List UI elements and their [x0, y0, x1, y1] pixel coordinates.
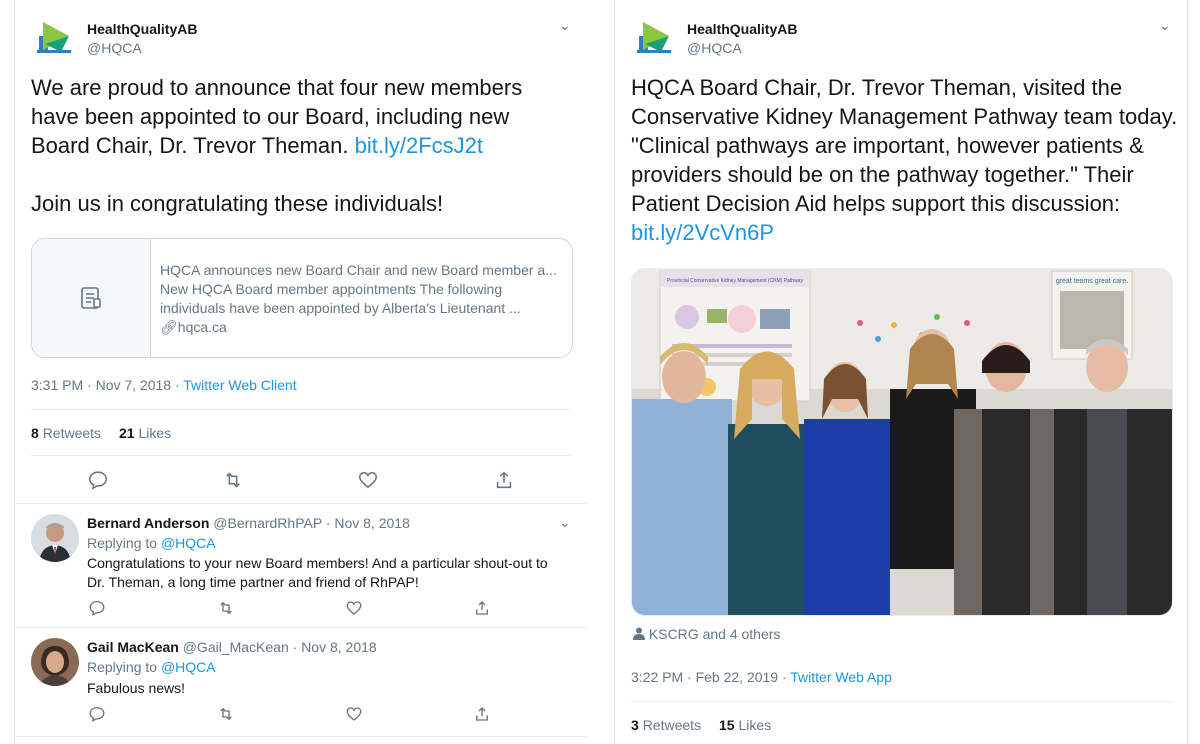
- chevron-down-icon[interactable]: ⌄: [559, 17, 571, 34]
- divider: [631, 701, 1171, 702]
- person-icon: [633, 626, 649, 642]
- divider: [31, 409, 571, 410]
- author-handle[interactable]: @HQCA: [87, 40, 142, 56]
- retweet-icon[interactable]: [217, 599, 235, 617]
- link-icon: 🔗︎: [160, 319, 178, 335]
- source-link[interactable]: Twitter Web Client: [183, 377, 296, 393]
- reply-author-name[interactable]: Bernard Anderson: [87, 515, 209, 531]
- retweets-count[interactable]: 3 Retweets: [631, 717, 701, 733]
- reply-text: Congratulations to your new Board member…: [87, 555, 548, 590]
- hqca-logo-avatar[interactable]: [631, 14, 679, 62]
- tagged-users[interactable]: KSCRG and 4 others: [633, 626, 780, 642]
- card-description-1: New HQCA Board member appointments The f…: [160, 281, 503, 297]
- replying-to: Replying to @HQCA: [87, 535, 216, 551]
- reply-author-handle[interactable]: @BernardRhPAP · Nov 8, 2018: [213, 515, 410, 531]
- divider: [15, 736, 587, 737]
- like-icon[interactable]: [357, 469, 379, 491]
- chevron-down-icon[interactable]: ⌄: [1159, 17, 1171, 34]
- reply-icon[interactable]: [88, 705, 106, 723]
- likes-count[interactable]: 21 Likes: [119, 425, 171, 441]
- retweets-count[interactable]: 8 Retweets: [31, 425, 101, 441]
- author-name[interactable]: HealthQualityAB: [87, 21, 197, 37]
- tweet-text: HQCA Board Chair, Dr. Trevor Theman, vis…: [631, 73, 1181, 247]
- like-icon[interactable]: [345, 705, 363, 723]
- card-thumbnail: [32, 239, 151, 357]
- poster-title: Provincial Conservative Kidney Managemen…: [667, 278, 803, 284]
- hqca-logo-avatar[interactable]: [31, 14, 79, 62]
- reply-text: Fabulous news!: [87, 680, 186, 696]
- avatar-bernard-anderson[interactable]: [31, 514, 79, 562]
- share-icon[interactable]: [473, 705, 491, 723]
- tweet-timestamp: 3:22 PM · Feb 22, 2019 · Twitter Web App: [631, 669, 892, 685]
- card-text: HQCA announces new Board Chair and new B…: [160, 261, 564, 337]
- reply-icon[interactable]: [88, 599, 106, 617]
- card-title: HQCA announces new Board Chair and new B…: [160, 262, 557, 278]
- group-photo: Provincial Conservative Kidney Managemen…: [632, 269, 1172, 615]
- divider: [31, 455, 571, 456]
- mention-link[interactable]: @HQCA: [161, 535, 216, 551]
- tweet-photo[interactable]: Provincial Conservative Kidney Managemen…: [631, 268, 1173, 616]
- panel-gap: [587, 0, 613, 744]
- replying-to: Replying to @HQCA: [87, 659, 216, 675]
- divider: [15, 627, 587, 628]
- retweet-icon[interactable]: [217, 705, 235, 723]
- divider: [15, 503, 587, 504]
- card-description-2: individuals have been appointed by Alber…: [160, 300, 521, 316]
- person-2: [728, 351, 806, 615]
- reply-author-handle[interactable]: @Gail_MacKean · Nov 8, 2018: [183, 639, 377, 655]
- retweet-icon[interactable]: [222, 469, 244, 491]
- link-card[interactable]: HQCA announces new Board Chair and new B…: [31, 238, 573, 358]
- tweet-text: We are proud to announce that four new m…: [31, 75, 523, 216]
- document-icon: [81, 287, 101, 309]
- reply-icon[interactable]: [87, 469, 109, 491]
- tweet-panel-right: HealthQualityAB @HQCA ⌄ HQCA Board Chair…: [614, 0, 1188, 744]
- share-icon[interactable]: [493, 469, 515, 491]
- tweet-timestamp: 3:31 PM · Nov 7, 2018 · Twitter Web Clie…: [31, 377, 297, 393]
- poster-slogan: great teams great care.: [1056, 278, 1128, 285]
- tweet-panel-left: HealthQualityAB @HQCA ⌄ We are proud to …: [14, 0, 588, 744]
- author-name[interactable]: HealthQualityAB: [687, 21, 797, 37]
- mention-link[interactable]: @HQCA: [161, 659, 216, 675]
- author-handle[interactable]: @HQCA: [687, 40, 742, 56]
- likes-count[interactable]: 15 Likes: [719, 717, 771, 733]
- reply-header: Gail MacKean @Gail_MacKean · Nov 8, 2018: [87, 639, 377, 655]
- tweet-link[interactable]: bit.ly/2FcsJ2t: [355, 133, 483, 158]
- card-domain: hqca.ca: [177, 319, 227, 335]
- tweet-link[interactable]: bit.ly/2VcVn6P: [631, 218, 1181, 247]
- share-icon[interactable]: [473, 599, 491, 617]
- reply-header: Bernard Anderson @BernardRhPAP · Nov 8, …: [87, 515, 410, 531]
- avatar-gail-mackean[interactable]: [31, 638, 79, 686]
- like-icon[interactable]: [345, 599, 363, 617]
- chevron-down-icon[interactable]: ⌄: [559, 514, 571, 531]
- reply-author-name[interactable]: Gail MacKean: [87, 639, 179, 655]
- source-link[interactable]: Twitter Web App: [790, 669, 892, 685]
